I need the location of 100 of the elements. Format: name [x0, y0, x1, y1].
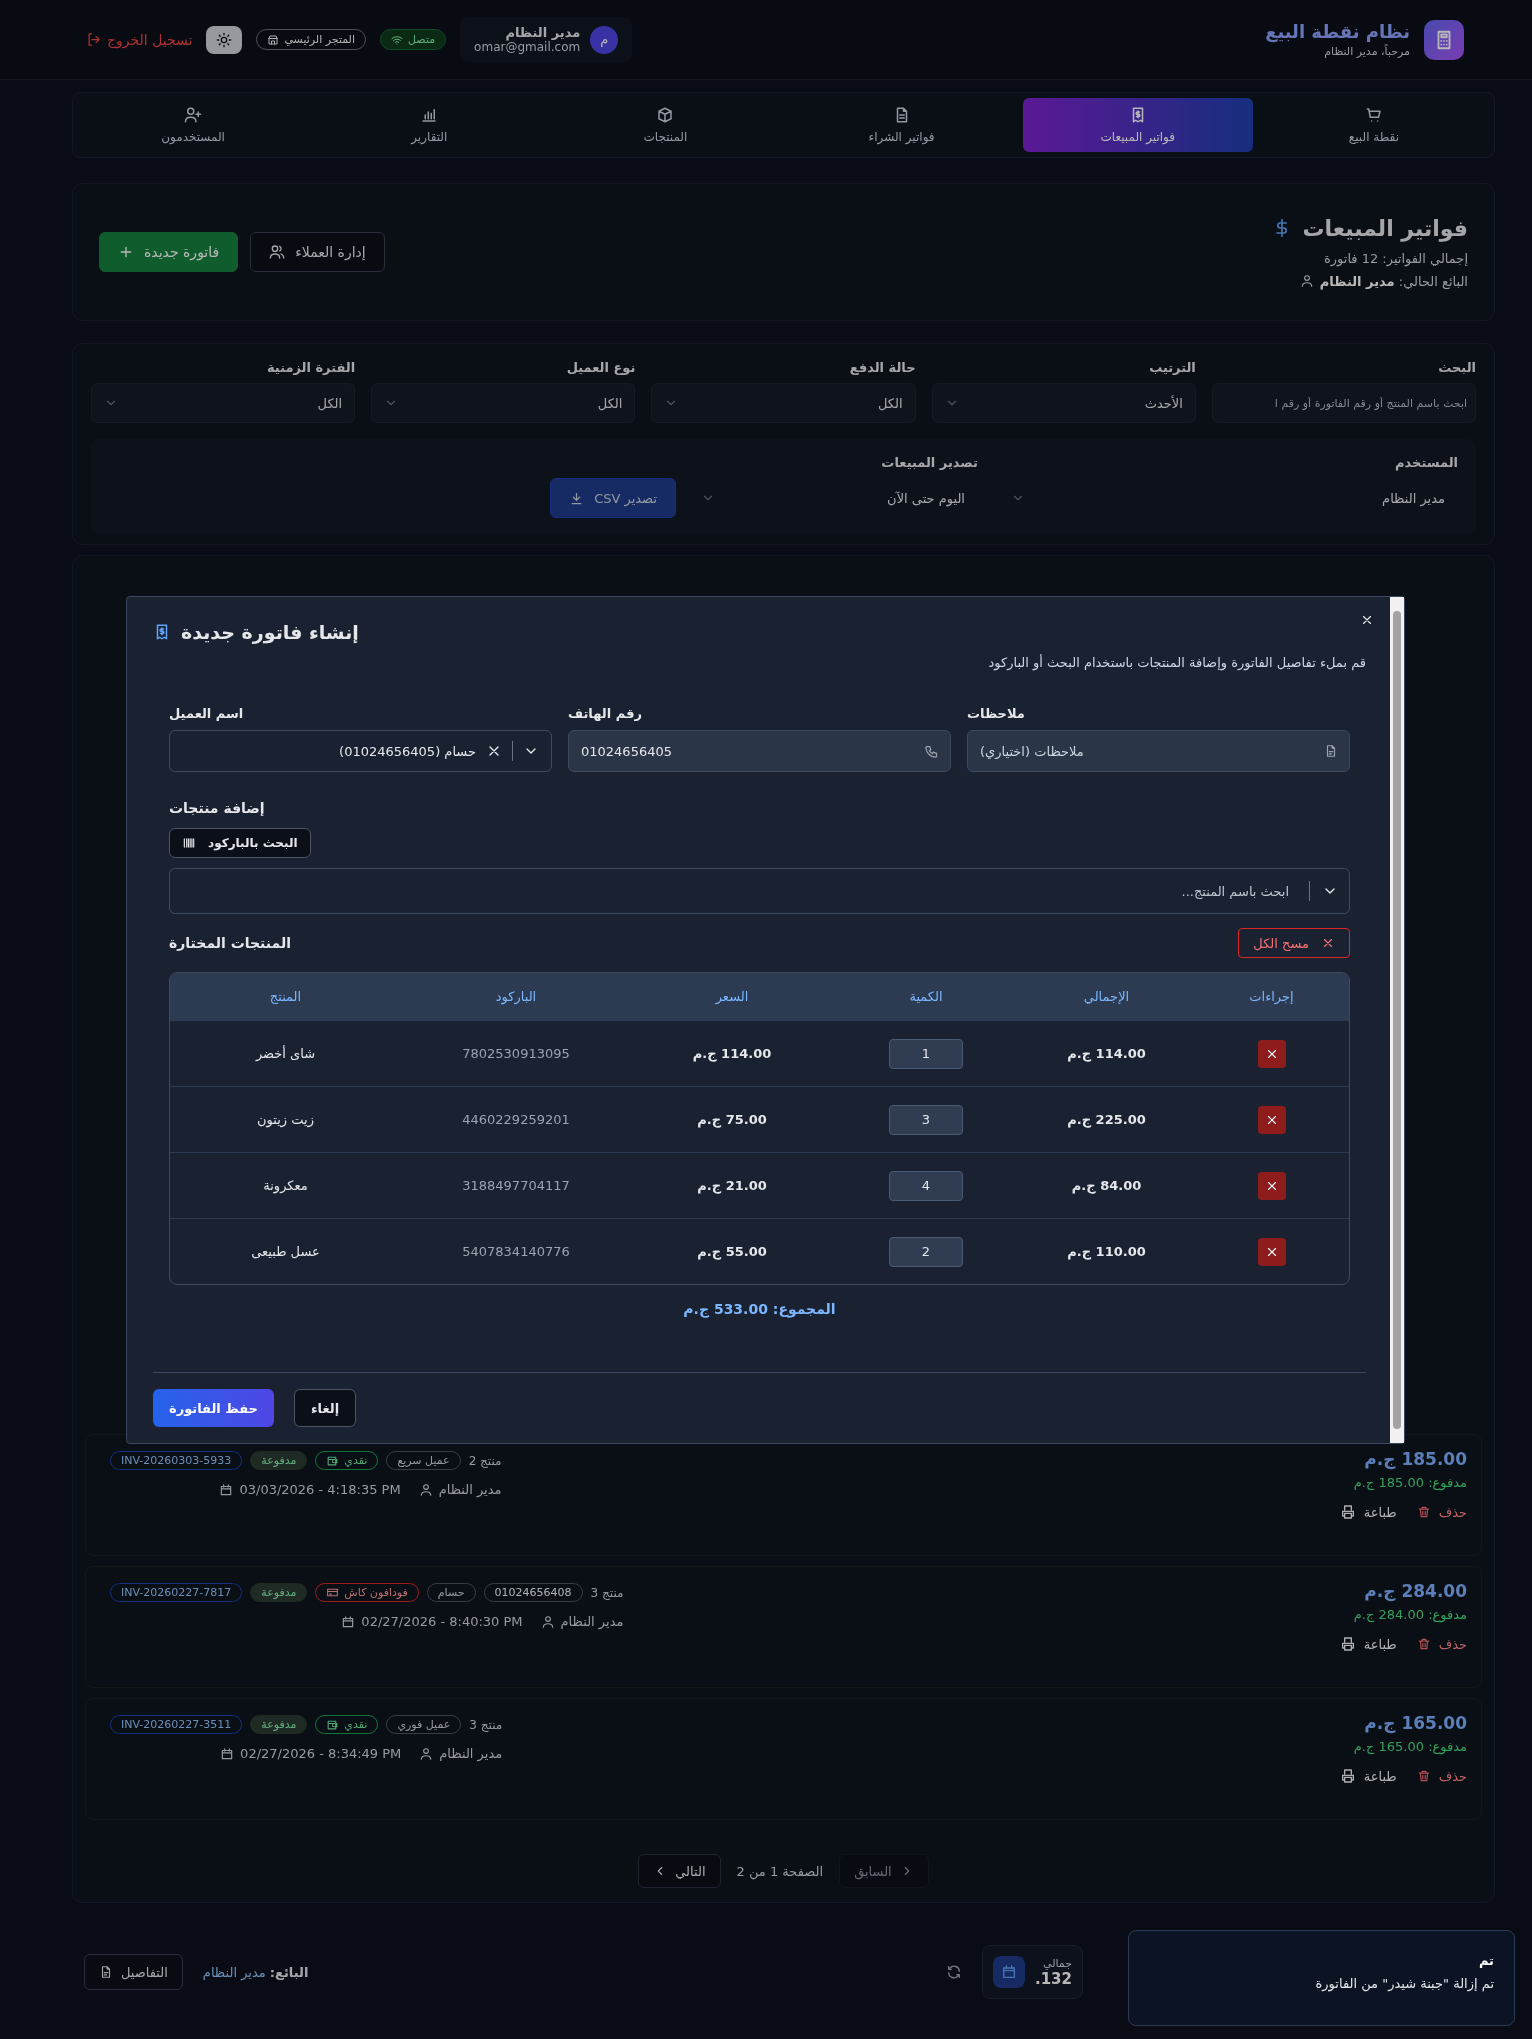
welcome-text: مرحباً، مدير النظام [1323, 45, 1410, 58]
x-icon [1321, 936, 1335, 950]
section-title: المنتجات المختارة [169, 935, 291, 951]
quantity-field[interactable]: 1 [889, 1038, 963, 1069]
next-page-button[interactable]: التالي [638, 1854, 721, 1888]
invoice-date: 02/27/2026 - 8:34:49 PM [240, 1746, 402, 1761]
nav-tab[interactable]: التقارير [314, 98, 545, 152]
save-invoice-button[interactable]: حفظ الفاتورة [153, 1389, 274, 1427]
filter-select[interactable]: الكل [91, 383, 356, 423]
column-header: إجراءات [1248, 989, 1295, 1004]
field-label: حالة الدفع [848, 360, 916, 375]
connection-status: متصل [380, 29, 447, 50]
wallet-icon [326, 1454, 340, 1467]
seller-name: مدير النظام [560, 1614, 624, 1629]
export-csv-button[interactable]: تصدير CSV [550, 478, 676, 518]
new-invoice-button[interactable]: فاتورة جديدة [99, 232, 239, 272]
theme-toggle-button[interactable] [206, 25, 243, 54]
status-badge: مدفوعة [250, 1451, 308, 1470]
quantity-field[interactable]: 3 [889, 1104, 963, 1135]
delete-button[interactable]: حذف [1416, 1504, 1467, 1520]
print-button[interactable]: طباعة [1339, 1504, 1397, 1520]
seller-text: البائع: مدير النظام [202, 1964, 309, 1980]
users-icon [269, 244, 286, 260]
user-select[interactable]: مدير النظام [998, 478, 1458, 518]
x-mark [1360, 613, 1374, 627]
paid-amount: مدفوع: 165.00 ج.م [1352, 1739, 1467, 1754]
page-title: فواتير المبيعات [1302, 215, 1468, 241]
print-button[interactable]: طباعة [1339, 1636, 1397, 1652]
customer-select[interactable]: حسام (01024656405) [169, 730, 552, 772]
nav-tab[interactable]: فواتير المبيعات [1022, 98, 1253, 152]
product-name: عسل طبيعى [251, 1244, 320, 1259]
nav-tab[interactable]: المستخدمون [78, 98, 309, 152]
column-header: السعر [714, 989, 750, 1004]
current-seller: البائع الحالي: مدير النظام [1319, 273, 1468, 289]
logout-icon [86, 32, 101, 47]
product-name: زيت زيتون [257, 1112, 314, 1127]
summary-label: جمالي [1041, 1956, 1072, 1970]
print-button[interactable]: طباعة [1339, 1768, 1397, 1784]
paid-amount: مدفوع: 185.00 ج.م [1352, 1475, 1467, 1490]
nav-tab[interactable]: نقطة البيع [1258, 98, 1489, 152]
scrollbar[interactable] [1390, 597, 1404, 1443]
filter-select[interactable]: الأحدث [931, 383, 1196, 423]
filter-select[interactable]: الكل [651, 383, 916, 423]
remove-button[interactable] [1257, 1171, 1286, 1200]
delete-button[interactable]: حذف [1416, 1768, 1467, 1784]
sun-icon [216, 31, 233, 48]
trash-icon [1416, 1505, 1431, 1519]
product-name: شاى أخضر [255, 1046, 316, 1061]
items-count: منتج 3 [469, 1717, 503, 1732]
refresh-icon[interactable] [946, 1964, 962, 1980]
column-header: الإجمالي [1082, 989, 1131, 1004]
store-icon [267, 33, 280, 46]
section-title: إضافة منتجات [169, 800, 266, 816]
document-icon [1324, 744, 1338, 758]
barcode-cell: 4460229259201 [462, 1112, 570, 1127]
field-label: البحث [1437, 360, 1476, 375]
details-button[interactable]: التفاصيل [84, 1954, 183, 1990]
quantity-field[interactable]: 2 [889, 1236, 963, 1267]
manage-customers-button[interactable]: إدارة العملاء [250, 232, 385, 272]
filter-select[interactable]: الكل [371, 383, 636, 423]
remove-button[interactable] [1257, 1237, 1286, 1266]
cancel-button[interactable]: إلغاء [293, 1389, 357, 1427]
user-name: مدير النظام [505, 25, 581, 40]
delete-button[interactable]: حذف [1416, 1636, 1467, 1652]
download-icon [569, 490, 585, 506]
line-total: 84.00 ج.م [1071, 1178, 1142, 1193]
toast-message: تم إزالة "جبنة شيدر" من الفاتورة [1314, 1976, 1494, 1991]
remove-button[interactable] [1257, 1039, 1286, 1068]
price-cell: 55.00 ج.م [697, 1244, 767, 1259]
phone-field[interactable]: 01024656405 [568, 730, 951, 772]
field-label: نوع العميل [565, 360, 636, 375]
page-indicator: الصفحة 1 من 2 [736, 1863, 824, 1879]
toast-title: تم [1477, 1953, 1494, 1968]
invoice-total: المجموع: 533.00 ج.م [682, 1301, 837, 1317]
field-label: تصدير المبيعات [880, 455, 978, 470]
barcode-search-button[interactable]: البحث بالباركود [169, 828, 311, 858]
invoice-amount: 284.00 ج.م [1363, 1581, 1467, 1601]
printer-icon [1339, 1636, 1356, 1652]
field-label: المستخدم [1394, 455, 1458, 470]
dialog-title: إنشاء فاتورة جديدة [181, 621, 359, 643]
barcode-cell: 5407834140776 [462, 1244, 570, 1259]
product-search-field[interactable]: ابحث باسم المنتج... [169, 868, 1350, 914]
items-count: منتج 2 [468, 1453, 502, 1468]
invoice-amount: 165.00 ج.م [1363, 1713, 1467, 1733]
invoice-date: 02/27/2026 - 8:40:30 PM [361, 1614, 523, 1629]
user-icon [419, 1746, 434, 1761]
wallet-icon [326, 1718, 340, 1731]
field-label: اسم العميل [169, 706, 245, 721]
remove-button[interactable] [1257, 1105, 1286, 1134]
quantity-field[interactable]: 4 [889, 1170, 963, 1201]
status-badge: مدفوعة [250, 1715, 308, 1734]
nav-tab[interactable]: فواتير الشراء [786, 98, 1017, 152]
user-avatar: م [590, 25, 619, 54]
notes-field[interactable]: ملاحظات (اختياري) [967, 730, 1350, 772]
column-header: الكمية [908, 989, 944, 1004]
user-email: omar@gmail.com [474, 40, 581, 54]
invoice-count: إجمالي الفواتير: 12 فاتورة [1322, 250, 1468, 266]
clear-all-button[interactable]: مسح الكل [1238, 928, 1350, 958]
nav-tab[interactable]: المنتجات [550, 98, 781, 152]
period-select[interactable]: اليوم حتى الآن [688, 478, 978, 518]
